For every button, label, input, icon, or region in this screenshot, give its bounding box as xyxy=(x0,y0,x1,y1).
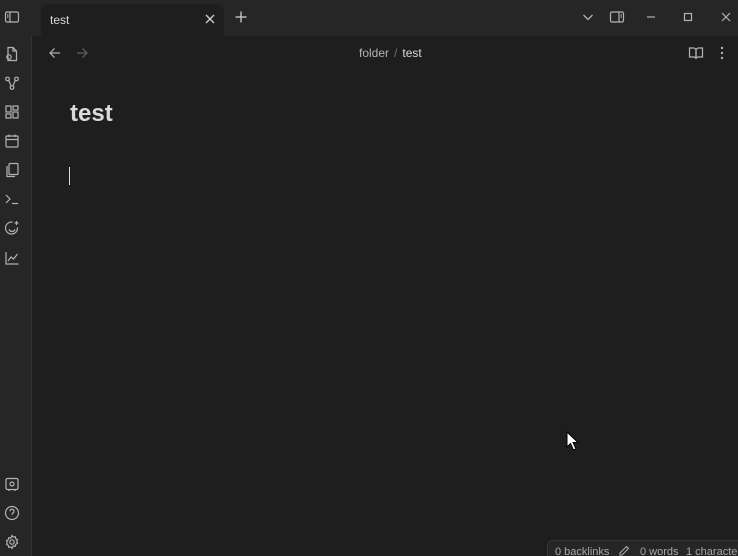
plus-icon xyxy=(234,10,248,24)
ribbon-daily-notes-button[interactable] xyxy=(3,132,21,150)
close-window-button[interactable] xyxy=(718,9,734,25)
ribbon-graph-button[interactable] xyxy=(3,74,21,92)
tab-close-button[interactable] xyxy=(203,12,217,26)
editing-mode-button[interactable] xyxy=(618,545,630,556)
arrow-left-icon xyxy=(48,46,62,60)
terminal-icon xyxy=(4,191,20,207)
canvas-icon xyxy=(4,104,20,120)
ribbon-canvas-button[interactable] xyxy=(3,103,21,121)
status-bar: 0 backlinks 0 words 1 character xyxy=(547,540,738,556)
app-window: test folder / test test 0 backlinks 0 wo… xyxy=(0,0,738,556)
templates-icon xyxy=(4,162,20,178)
toggle-left-sidebar-button[interactable] xyxy=(3,8,21,26)
sidebar-toggle-icon xyxy=(4,9,20,25)
toggle-right-sidebar-button[interactable] xyxy=(609,9,625,25)
ribbon-vault-switcher-button[interactable] xyxy=(3,475,21,493)
minimize-button[interactable] xyxy=(643,9,659,25)
pencil-icon xyxy=(618,545,630,556)
navigate-back-button[interactable] xyxy=(47,45,63,61)
arrow-right-icon xyxy=(75,46,89,60)
new-tab-button[interactable] xyxy=(233,9,249,25)
gear-icon xyxy=(4,534,20,550)
maximize-button[interactable] xyxy=(680,9,696,25)
note-editor[interactable] xyxy=(64,160,704,500)
vault-icon xyxy=(4,476,20,492)
chevron-down-icon xyxy=(581,10,595,24)
ribbon-files-button[interactable] xyxy=(3,45,21,63)
mouse-pointer-icon xyxy=(566,431,580,451)
tab-test[interactable]: test xyxy=(41,4,224,36)
right-sidebar-icon xyxy=(609,9,625,25)
calendar-icon xyxy=(4,133,20,149)
word-count: 0 words xyxy=(640,546,679,556)
breadcrumb: folder / test xyxy=(359,46,422,60)
ribbon-templates-button[interactable] xyxy=(3,161,21,179)
title-bar: test xyxy=(0,0,738,36)
character-count: 1 character xyxy=(686,546,738,556)
breadcrumb-separator: / xyxy=(394,46,398,60)
ribbon-settings-button[interactable] xyxy=(3,533,21,551)
close-icon xyxy=(204,13,216,25)
minimize-icon xyxy=(645,11,657,23)
ribbon-help-button[interactable] xyxy=(3,504,21,522)
graph-view-icon xyxy=(4,75,20,91)
more-options-button[interactable] xyxy=(714,45,730,61)
ribbon-stats-button[interactable] xyxy=(3,249,21,267)
close-window-icon xyxy=(720,11,732,23)
ribbon-command-palette-button[interactable] xyxy=(3,190,21,208)
left-ribbon xyxy=(0,36,32,556)
backlinks-count[interactable]: 0 backlinks xyxy=(555,546,609,556)
more-vertical-icon xyxy=(714,45,730,61)
files-icon xyxy=(4,46,20,62)
reading-view-button[interactable] xyxy=(688,45,704,61)
breadcrumb-current[interactable]: test xyxy=(402,46,421,60)
note-title[interactable]: test xyxy=(70,100,113,128)
tab-title: test xyxy=(50,13,70,27)
line-chart-icon xyxy=(4,250,20,266)
emoji-icon xyxy=(4,220,20,236)
book-open-icon xyxy=(688,45,704,61)
text-cursor xyxy=(69,167,70,185)
breadcrumb-folder[interactable]: folder xyxy=(359,46,389,60)
tab-list-button[interactable] xyxy=(580,9,596,25)
maximize-icon xyxy=(682,11,694,23)
navigate-forward-button[interactable] xyxy=(74,45,90,61)
ribbon-emoji-button[interactable] xyxy=(3,219,21,237)
help-icon xyxy=(4,505,20,521)
